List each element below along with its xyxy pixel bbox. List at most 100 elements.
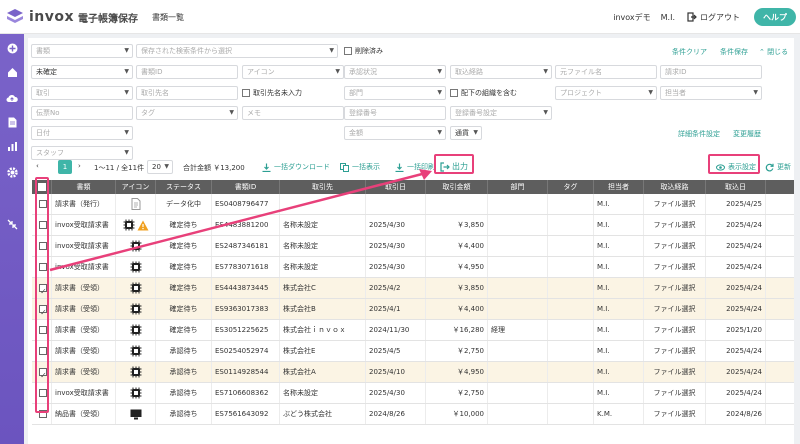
checkbox-box[interactable]: [344, 47, 352, 55]
table-row[interactable]: invox受取請求書 確定待ち ES4483881200 名称未設定 2025/4/30…: [32, 215, 794, 236]
column-header[interactable]: アイコン: [116, 180, 156, 194]
include-sub-org-checkbox[interactable]: 配下の組織を含む: [450, 88, 517, 98]
row-checkbox[interactable]: [39, 347, 47, 355]
column-header[interactable]: 書類: [52, 180, 116, 194]
row-checkbox[interactable]: [39, 282, 47, 298]
status-select[interactable]: 未確定 ▼: [31, 65, 133, 79]
row-checkbox[interactable]: [39, 389, 47, 397]
bulk-display-button[interactable]: 一括表示: [340, 162, 380, 172]
row-select-cell[interactable]: [32, 341, 52, 361]
row-select-cell[interactable]: [32, 383, 52, 403]
logout-button[interactable]: ログアウト: [687, 12, 740, 23]
export-button[interactable]: 出力: [440, 161, 468, 172]
row-checkbox[interactable]: [39, 242, 47, 250]
approval-status-select[interactable]: 承認状況 ▼: [344, 65, 446, 79]
checkbox-box[interactable]: [450, 89, 458, 97]
cell-doc[interactable]: invox受取請求書: [52, 236, 116, 256]
table-row[interactable]: 請求書（受領） 承認待ち ES0254052974 株式会社E 2025/4/5 ￥2,7…: [32, 341, 794, 362]
doc-type-select[interactable]: 書類 ▼: [31, 44, 133, 58]
cell-doc[interactable]: invox受取請求書: [52, 257, 116, 277]
chart-icon[interactable]: [4, 138, 20, 154]
home-icon[interactable]: [4, 64, 20, 80]
row-checkbox[interactable]: [39, 410, 47, 418]
upload-cloud-icon[interactable]: [4, 90, 20, 106]
cell-doc[interactable]: 請求書（受領）: [52, 299, 116, 319]
column-header[interactable]: タグ: [548, 180, 594, 194]
partner-not-entered-checkbox[interactable]: 取引先名未入力: [242, 88, 302, 98]
cell-doc[interactable]: 請求書（受領）: [52, 320, 116, 340]
import-route-select[interactable]: 取込経路 ▼: [450, 65, 552, 79]
current-page[interactable]: 1: [58, 160, 72, 174]
select-all-checkbox[interactable]: [38, 183, 46, 191]
department-select[interactable]: 部門 ▼: [344, 86, 446, 100]
registration-status-select[interactable]: 登録番号設定 ▼: [450, 106, 552, 120]
row-select-cell[interactable]: [32, 299, 52, 319]
document-icon[interactable]: [4, 114, 20, 130]
next-page-button[interactable]: ›: [78, 162, 81, 170]
cell-doc[interactable]: 請求書（発行）: [52, 194, 116, 214]
cell-doc[interactable]: invox受取請求書: [52, 383, 116, 403]
app-logo[interactable]: invox 電子帳簿保存: [6, 7, 138, 27]
row-select-cell[interactable]: [32, 194, 52, 214]
display-settings-button[interactable]: 表示設定: [716, 162, 756, 172]
user-initials[interactable]: M.I.: [661, 13, 675, 22]
currency-select[interactable]: 通貨 ▼: [450, 126, 482, 140]
staff-select[interactable]: スタッフ ▼: [31, 146, 133, 160]
collapse-arrows-icon[interactable]: [4, 216, 20, 232]
table-row[interactable]: 請求書（受領） 確定待ちES4443873445株式会社C2025/4/2￥3,8…: [32, 278, 794, 299]
column-header[interactable]: ステータス: [156, 180, 212, 194]
project-select[interactable]: プロジェクト ▼: [555, 86, 657, 100]
bulk-print-button[interactable]: 一括印刷: [395, 162, 435, 172]
column-header[interactable]: 取引日: [366, 180, 426, 194]
cell-doc[interactable]: 請求書（受領）: [52, 278, 116, 298]
table-row[interactable]: 請求書（受領） 承認待ちES0114928544株式会社A2025/4/10￥4,…: [32, 362, 794, 383]
original-filename-input[interactable]: 元ファイル名: [555, 65, 657, 79]
registration-no-input[interactable]: 登録番号: [344, 106, 446, 120]
column-header[interactable]: 書類ID: [212, 180, 280, 194]
help-button[interactable]: ヘルプ: [754, 8, 796, 26]
per-page-select[interactable]: 20 ▼: [147, 160, 173, 174]
column-header[interactable]: 取込日: [706, 180, 766, 194]
table-row[interactable]: invox受取請求書 確定待ち ES2487346181 名称未設定 2025/4/30…: [32, 236, 794, 257]
row-select-cell[interactable]: [32, 362, 52, 382]
detail-settings-link[interactable]: 詳細条件設定: [678, 129, 720, 139]
row-select-cell[interactable]: [32, 404, 52, 424]
change-history-link[interactable]: 変更履歴: [733, 129, 761, 139]
cell-doc[interactable]: 納品書（受領）: [52, 404, 116, 424]
column-header[interactable]: 担当者: [594, 180, 644, 194]
column-header[interactable]: 取引金額: [426, 180, 488, 194]
column-header[interactable]: 部門: [488, 180, 548, 194]
row-checkbox[interactable]: [39, 221, 47, 229]
close-filters-link[interactable]: ⌃ 閉じる: [759, 47, 788, 57]
row-select-cell[interactable]: [32, 215, 52, 235]
row-checkbox[interactable]: [39, 366, 47, 382]
saved-search-select[interactable]: 保存された検索条件から選択 ▼: [136, 44, 338, 58]
partner-name-input[interactable]: 取引先名: [136, 86, 238, 100]
transaction-select[interactable]: 取引 ▼: [31, 86, 133, 100]
table-row[interactable]: 請求書（発行） データ化中 ES0408796477 M.I. ファイル選択 2025/4…: [32, 194, 794, 215]
row-checkbox[interactable]: [39, 326, 47, 334]
table-row[interactable]: invox受取請求書 確定待ち ES7783071618 名称未設定 2025/4/30…: [32, 257, 794, 278]
amount-select[interactable]: 金額 ▼: [344, 126, 446, 140]
row-checkbox[interactable]: [39, 263, 47, 271]
bulk-download-button[interactable]: 一括ダウンロード: [262, 162, 330, 172]
prev-page-button[interactable]: ‹: [36, 162, 39, 170]
refresh-button[interactable]: 更新: [765, 162, 791, 172]
cell-doc[interactable]: 請求書（受領）: [52, 362, 116, 382]
person-in-charge-select[interactable]: 担当者 ▼: [660, 86, 762, 100]
table-row[interactable]: invox受取請求書 承認待ち ES7106608362 名称未設定 2025/4/30…: [32, 383, 794, 404]
icon-select[interactable]: アイコン ▼: [242, 65, 344, 79]
row-select-cell[interactable]: [32, 320, 52, 340]
slip-no-input[interactable]: 伝票No: [31, 106, 133, 120]
table-row[interactable]: 請求書（受領） 確定待ち ES3051225625 株式会社ｉｎｖｏｘ 2024/11/…: [32, 320, 794, 341]
select-all-cell[interactable]: [32, 180, 52, 194]
request-id-input[interactable]: 請求ID: [660, 65, 762, 79]
row-select-cell[interactable]: [32, 236, 52, 256]
deleted-checkbox[interactable]: 削除済み: [344, 46, 383, 56]
cell-doc[interactable]: invox受取請求書: [52, 215, 116, 235]
row-checkbox[interactable]: [39, 303, 47, 319]
date-select[interactable]: 日付 ▼: [31, 126, 133, 140]
doc-id-input[interactable]: 書類ID: [136, 65, 238, 79]
column-header[interactable]: 取込経路: [644, 180, 706, 194]
checkbox-box[interactable]: [242, 89, 250, 97]
